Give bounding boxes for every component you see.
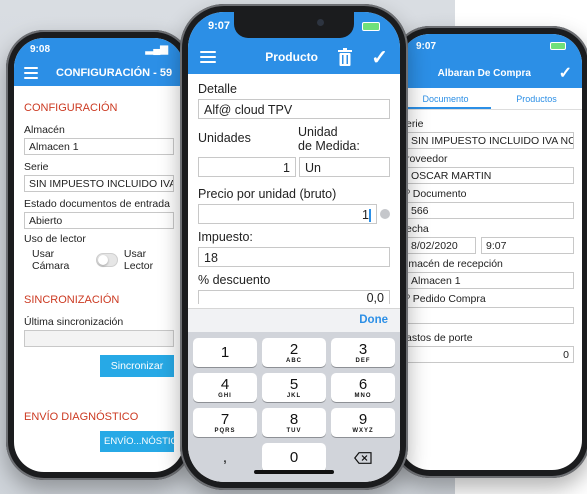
impuesto-label: Impuesto: — [198, 230, 253, 244]
almacen-select[interactable]: Almacen 1 — [24, 138, 174, 155]
confirm-check-icon[interactable]: ✓ — [371, 45, 388, 70]
key-5[interactable]: 5 JKL — [262, 373, 326, 402]
sincronizar-button[interactable]: Sincronizar — [100, 355, 174, 377]
lector-option-label: Usar Lector — [123, 248, 154, 272]
key-3[interactable]: 3 DEF — [331, 338, 395, 367]
keyboard-done-bar: Done — [188, 308, 400, 332]
serie-label: erie — [406, 118, 424, 130]
almacen-recepcion-field[interactable]: Almacen 1 — [406, 272, 574, 289]
serie-label: Serie — [24, 161, 49, 173]
documento-label: º Documento — [406, 188, 467, 200]
serie-select[interactable]: SIN IMPUESTO INCLUIDO IVA N... — [24, 175, 174, 192]
done-button[interactable]: Done — [359, 314, 388, 326]
clear-icon[interactable] — [380, 209, 390, 219]
phone-albaran: 9:07 Albaran De Compra ✓ Documento Produ… — [392, 26, 587, 478]
proveedor-field[interactable]: OSCAR MARTIN — [406, 167, 574, 184]
menu-icon[interactable] — [200, 51, 216, 63]
screen-albaran: 9:07 Albaran De Compra ✓ Documento Produ… — [400, 34, 582, 470]
app-header: Albaran De Compra ✓ — [400, 58, 582, 88]
precio-field[interactable]: 1 — [198, 204, 377, 224]
numeric-keypad: 1 2 ABC 3 DEF 4 GHI 5 JKL 6 MNO 7 PQRS 8 TUV 9W… — [188, 332, 400, 482]
almacen-recepcion-label: lmacén de recepción — [406, 258, 503, 270]
signal-icon: ▂▄▆ — [145, 43, 168, 55]
phone-producto: 9:07 Producto ✓ Detalle Alf@ cloud TPV U… — [180, 4, 408, 490]
section-sincronizacion: SINCRONIZACIÓN — [24, 294, 120, 306]
detalle-field[interactable]: Alf@ cloud TPV — [198, 99, 390, 119]
backspace-key[interactable] — [331, 443, 395, 472]
unidad-medida-label: Unidad — [298, 125, 338, 139]
hora-field[interactable]: 9:07 — [481, 237, 574, 254]
status-bar: 9:08 ▂▄▆ — [14, 38, 184, 60]
tab-documento[interactable]: Documento — [400, 88, 491, 109]
key-0[interactable]: 0 — [262, 443, 326, 472]
impuesto-field[interactable]: 18 — [198, 247, 390, 267]
backspace-icon — [354, 451, 372, 464]
page-title: Albaran De Compra — [437, 67, 531, 79]
battery-icon — [550, 42, 566, 50]
screen-configuracion: 9:08 ▂▄▆ CONFIGURACIÓN - 59 CONFIGURACIÓ… — [14, 38, 184, 472]
key-comma[interactable]: , — [193, 443, 257, 472]
phone-configuracion: 9:08 ▂▄▆ CONFIGURACIÓN - 59 CONFIGURACIÓ… — [6, 30, 192, 480]
app-header: Producto ✓ — [188, 40, 400, 74]
status-time: 9:07 — [208, 20, 231, 32]
portes-label: astos de porte — [406, 332, 473, 344]
pedido-field[interactable] — [406, 307, 574, 324]
key-9[interactable]: 9 WXYZ — [331, 408, 395, 437]
key-4[interactable]: 4 GHI — [193, 373, 257, 402]
app-header: CONFIGURACIÓN - 59 — [14, 60, 184, 86]
section-configuracion: CONFIGURACIÓN — [24, 102, 118, 114]
ultima-sync-field — [24, 330, 174, 347]
precio-label: Precio por unidad (bruto) — [198, 187, 337, 201]
almacen-label: Almacén — [24, 124, 65, 136]
serie-select[interactable]: SIN IMPUESTO INCLUIDO IVA NO... — [406, 132, 574, 149]
screen-producto: 9:07 Producto ✓ Detalle Alf@ cloud TPV U… — [188, 12, 400, 482]
unidades-label: Unidades — [198, 131, 251, 145]
section-envio-diagnostico: ENVÍO DIAGNÓSTICO — [24, 411, 139, 423]
documento-field[interactable]: 566 — [406, 202, 574, 219]
proveedor-label: roveedor — [406, 153, 448, 165]
status-bar: 9:07 — [400, 34, 582, 58]
envio-diagnostico-button[interactable]: ENVÍO...NÓSTICO — [100, 431, 184, 452]
lector-toggle[interactable] — [95, 253, 118, 267]
page-title: Producto — [265, 50, 318, 64]
trash-icon[interactable] — [337, 48, 353, 66]
detalle-label: Detalle — [198, 82, 237, 96]
home-indicator — [254, 470, 334, 474]
status-time: 9:08 — [30, 43, 51, 55]
key-1[interactable]: 1 — [193, 338, 257, 367]
unidades-field[interactable]: 1 — [198, 157, 296, 177]
text-cursor — [369, 209, 371, 223]
precio-value: 1 — [362, 208, 369, 222]
tab-bar: Documento Productos — [400, 88, 582, 110]
ultima-sync-label: Última sincronización — [24, 316, 124, 328]
lector-toggle-row: Usar Cámara Usar Lector — [32, 248, 174, 272]
key-7[interactable]: 7 PQRS — [193, 408, 257, 437]
key-8[interactable]: 8 TUV — [262, 408, 326, 437]
fecha-label: echa — [406, 223, 429, 235]
camara-label: Usar Cámara — [32, 248, 70, 272]
confirm-check-icon[interactable]: ✓ — [559, 63, 572, 83]
page-title: CONFIGURACIÓN - 59 — [56, 67, 173, 79]
pedido-label: º Pedido Compra — [406, 293, 486, 305]
unidad-medida-label-2: de Medida: — [298, 139, 360, 153]
descuento-field[interactable]: 0,0 — [198, 290, 390, 304]
menu-icon[interactable] — [24, 67, 38, 79]
unidad-medida-field[interactable]: Un — [299, 157, 390, 177]
status-time: 9:07 — [416, 40, 437, 52]
portes-field[interactable]: 0 — [406, 346, 574, 363]
fecha-field[interactable]: 8/02/2020 — [406, 237, 476, 254]
lector-label: Uso de lector — [24, 233, 86, 245]
key-2[interactable]: 2 ABC — [262, 338, 326, 367]
phone-notch — [234, 12, 354, 38]
estado-select[interactable]: Abierto — [24, 212, 174, 229]
battery-icon — [362, 21, 380, 31]
tab-productos[interactable]: Productos — [491, 88, 582, 109]
key-6[interactable]: 6 MNO — [331, 373, 395, 402]
descuento-label: % descuento — [198, 273, 271, 287]
estado-label: Estado documentos de entrada — [24, 198, 170, 210]
